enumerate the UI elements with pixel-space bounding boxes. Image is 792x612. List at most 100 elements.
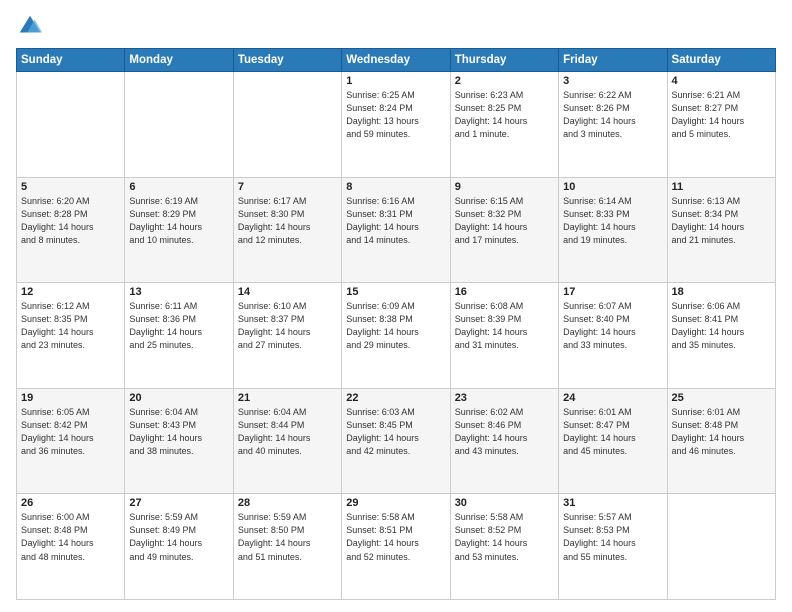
day-info: Sunrise: 6:20 AMSunset: 8:28 PMDaylight:… (21, 195, 120, 247)
calendar-header-row: SundayMondayTuesdayWednesdayThursdayFrid… (17, 49, 776, 72)
day-info: Sunrise: 6:09 AMSunset: 8:38 PMDaylight:… (346, 300, 445, 352)
day-info: Sunrise: 5:59 AMSunset: 8:50 PMDaylight:… (238, 511, 337, 563)
day-number: 2 (455, 75, 554, 87)
day-number: 11 (672, 181, 771, 193)
calendar-day-29: 29 Sunrise: 5:58 AMSunset: 8:51 PMDayligh… (342, 494, 450, 600)
calendar-week-4: 19 Sunrise: 6:05 AMSunset: 8:42 PMDayligh… (17, 388, 776, 494)
day-info: Sunrise: 5:58 AMSunset: 8:52 PMDaylight:… (455, 511, 554, 563)
calendar-day-30: 30 Sunrise: 5:58 AMSunset: 8:52 PMDayligh… (450, 494, 558, 600)
day-number: 24 (563, 392, 662, 404)
calendar-day-6: 6Sunrise: 6:19 AMSunset: 8:29 PMDaylight… (125, 177, 233, 283)
day-info: Sunrise: 6:11 AMSunset: 8:36 PMDaylight:… (129, 300, 228, 352)
day-info: Sunrise: 6:05 AMSunset: 8:42 PMDaylight:… (21, 406, 120, 458)
day-info: Sunrise: 6:01 AMSunset: 8:47 PMDaylight:… (563, 406, 662, 458)
calendar-day-31: 31 Sunrise: 5:57 AMSunset: 8:53 PMDayligh… (559, 494, 667, 600)
calendar-week-3: 12Sunrise: 6:12 AMSunset: 8:35 PMDayligh… (17, 283, 776, 389)
calendar-day-10: 10 Sunrise: 6:14 AMSunset: 8:33 PMDayligh… (559, 177, 667, 283)
day-info: Sunrise: 6:25 AMSunset: 8:24 PMDaylight:… (346, 89, 445, 141)
calendar-day-1: 1 Sunrise: 6:25 AMSunset: 8:24 PMDaylight… (342, 72, 450, 178)
day-number: 3 (563, 75, 662, 87)
calendar-day-11: 11 Sunrise: 6:13 AMSunset: 8:34 PMDayligh… (667, 177, 775, 283)
day-info: Sunrise: 6:13 AMSunset: 8:34 PMDaylight:… (672, 195, 771, 247)
calendar-day-18: 18 Sunrise: 6:06 AMSunset: 8:41 PMDayligh… (667, 283, 775, 389)
day-header-thursday: Thursday (450, 49, 558, 72)
day-number: 14 (238, 286, 337, 298)
day-info: Sunrise: 6:04 AMSunset: 8:43 PMDaylight:… (129, 406, 228, 458)
day-number: 23 (455, 392, 554, 404)
day-number: 18 (672, 286, 771, 298)
calendar-day-14: 14 Sunrise: 6:10 AMSunset: 8:37 PMDayligh… (233, 283, 341, 389)
day-header-sunday: Sunday (17, 49, 125, 72)
day-info: Sunrise: 5:59 AMSunset: 8:49 PMDaylight:… (129, 511, 228, 563)
day-info: Sunrise: 6:06 AMSunset: 8:41 PMDaylight:… (672, 300, 771, 352)
calendar-day-5: 5Sunrise: 6:20 AMSunset: 8:28 PMDaylight… (17, 177, 125, 283)
day-info: Sunrise: 6:15 AMSunset: 8:32 PMDaylight:… (455, 195, 554, 247)
calendar-week-5: 26 Sunrise: 6:00 AMSunset: 8:48 PMDayligh… (17, 494, 776, 600)
calendar-day-22: 22Sunrise: 6:03 AMSunset: 8:45 PMDayligh… (342, 388, 450, 494)
day-number: 20 (129, 392, 228, 404)
calendar-empty-cell (125, 72, 233, 178)
day-header-saturday: Saturday (667, 49, 775, 72)
day-info: Sunrise: 5:58 AMSunset: 8:51 PMDaylight:… (346, 511, 445, 563)
calendar-empty-cell (17, 72, 125, 178)
day-number: 10 (563, 181, 662, 193)
day-number: 28 (238, 497, 337, 509)
day-info: Sunrise: 6:14 AMSunset: 8:33 PMDaylight:… (563, 195, 662, 247)
day-header-monday: Monday (125, 49, 233, 72)
day-info: Sunrise: 6:16 AMSunset: 8:31 PMDaylight:… (346, 195, 445, 247)
calendar-empty-cell (233, 72, 341, 178)
day-info: Sunrise: 6:04 AMSunset: 8:44 PMDaylight:… (238, 406, 337, 458)
calendar-day-12: 12Sunrise: 6:12 AMSunset: 8:35 PMDayligh… (17, 283, 125, 389)
day-number: 13 (129, 286, 228, 298)
calendar-day-24: 24 Sunrise: 6:01 AMSunset: 8:47 PMDayligh… (559, 388, 667, 494)
calendar-day-17: 17Sunrise: 6:07 AMSunset: 8:40 PMDayligh… (559, 283, 667, 389)
calendar-day-27: 27 Sunrise: 5:59 AMSunset: 8:49 PMDayligh… (125, 494, 233, 600)
day-number: 19 (21, 392, 120, 404)
page: SundayMondayTuesdayWednesdayThursdayFrid… (0, 0, 792, 612)
header (16, 12, 776, 40)
day-header-wednesday: Wednesday (342, 49, 450, 72)
day-number: 17 (563, 286, 662, 298)
day-number: 4 (672, 75, 771, 87)
day-number: 27 (129, 497, 228, 509)
day-info: Sunrise: 6:00 AMSunset: 8:48 PMDaylight:… (21, 511, 120, 563)
calendar-day-26: 26 Sunrise: 6:00 AMSunset: 8:48 PMDayligh… (17, 494, 125, 600)
calendar-day-2: 2 Sunrise: 6:23 AMSunset: 8:25 PMDaylight… (450, 72, 558, 178)
day-number: 22 (346, 392, 445, 404)
calendar-day-8: 8Sunrise: 6:16 AMSunset: 8:31 PMDaylight… (342, 177, 450, 283)
calendar-day-15: 15 Sunrise: 6:09 AMSunset: 8:38 PMDayligh… (342, 283, 450, 389)
day-number: 16 (455, 286, 554, 298)
calendar-week-1: 1 Sunrise: 6:25 AMSunset: 8:24 PMDaylight… (17, 72, 776, 178)
day-info: Sunrise: 6:10 AMSunset: 8:37 PMDaylight:… (238, 300, 337, 352)
day-header-friday: Friday (559, 49, 667, 72)
day-number: 31 (563, 497, 662, 509)
day-number: 15 (346, 286, 445, 298)
day-info: Sunrise: 6:02 AMSunset: 8:46 PMDaylight:… (455, 406, 554, 458)
day-number: 21 (238, 392, 337, 404)
calendar-day-19: 19 Sunrise: 6:05 AMSunset: 8:42 PMDayligh… (17, 388, 125, 494)
day-header-tuesday: Tuesday (233, 49, 341, 72)
day-info: Sunrise: 6:22 AMSunset: 8:26 PMDaylight:… (563, 89, 662, 141)
day-info: Sunrise: 6:21 AMSunset: 8:27 PMDaylight:… (672, 89, 771, 141)
day-info: Sunrise: 6:12 AMSunset: 8:35 PMDaylight:… (21, 300, 120, 352)
calendar-day-7: 7 Sunrise: 6:17 AMSunset: 8:30 PMDaylight… (233, 177, 341, 283)
day-number: 7 (238, 181, 337, 193)
calendar-day-23: 23 Sunrise: 6:02 AMSunset: 8:46 PMDayligh… (450, 388, 558, 494)
calendar-day-28: 28 Sunrise: 5:59 AMSunset: 8:50 PMDayligh… (233, 494, 341, 600)
day-info: Sunrise: 5:57 AMSunset: 8:53 PMDaylight:… (563, 511, 662, 563)
calendar-day-4: 4 Sunrise: 6:21 AMSunset: 8:27 PMDaylight… (667, 72, 775, 178)
logo (16, 12, 48, 40)
day-number: 1 (346, 75, 445, 87)
calendar-day-9: 9Sunrise: 6:15 AMSunset: 8:32 PMDaylight… (450, 177, 558, 283)
calendar-table: SundayMondayTuesdayWednesdayThursdayFrid… (16, 48, 776, 600)
day-number: 29 (346, 497, 445, 509)
calendar-day-3: 3 Sunrise: 6:22 AMSunset: 8:26 PMDaylight… (559, 72, 667, 178)
day-number: 25 (672, 392, 771, 404)
calendar-day-21: 21 Sunrise: 6:04 AMSunset: 8:44 PMDayligh… (233, 388, 341, 494)
day-number: 30 (455, 497, 554, 509)
day-number: 26 (21, 497, 120, 509)
day-info: Sunrise: 6:17 AMSunset: 8:30 PMDaylight:… (238, 195, 337, 247)
day-info: Sunrise: 6:01 AMSunset: 8:48 PMDaylight:… (672, 406, 771, 458)
day-info: Sunrise: 6:23 AMSunset: 8:25 PMDaylight:… (455, 89, 554, 141)
day-number: 6 (129, 181, 228, 193)
